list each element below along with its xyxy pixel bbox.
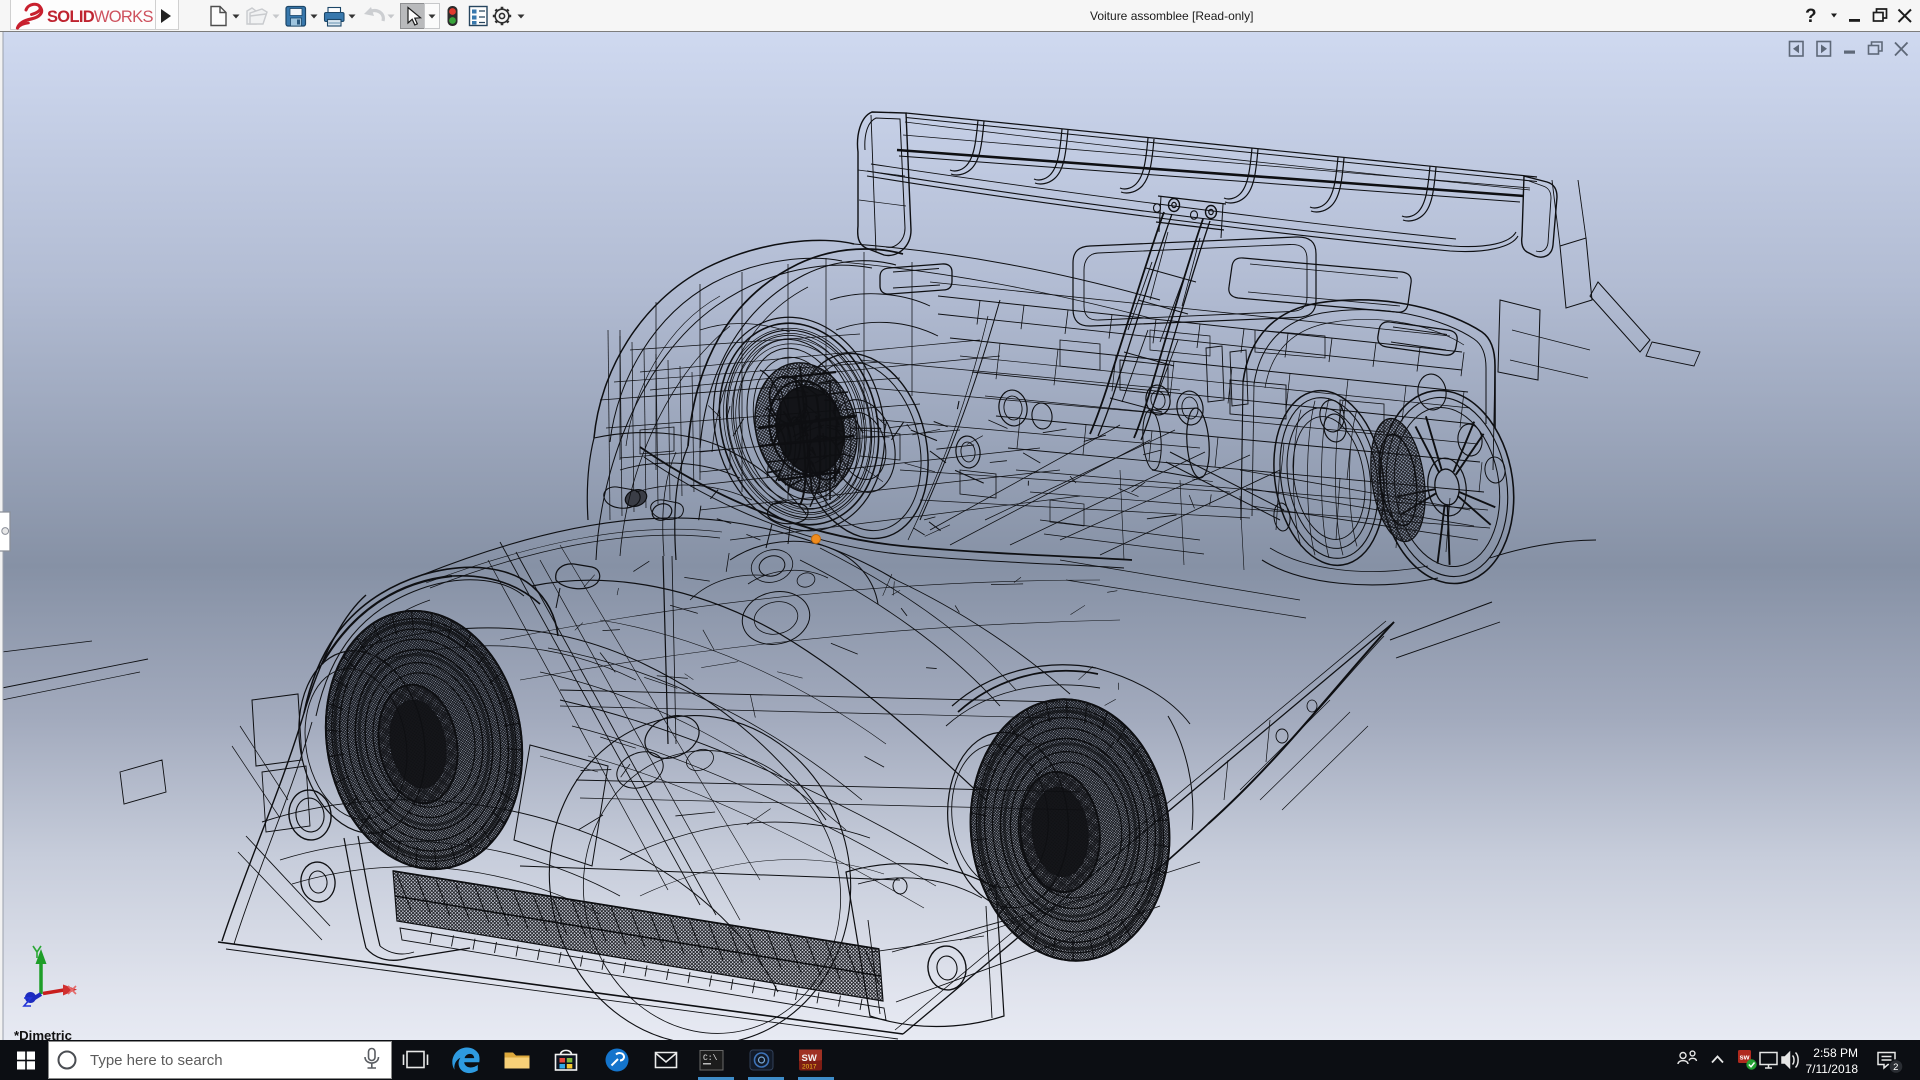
svg-text:2: 2 [1893, 1062, 1898, 1073]
svg-text:2017: 2017 [802, 1064, 817, 1071]
svg-text:sw: sw [1740, 1053, 1750, 1062]
svg-text:SW: SW [802, 1053, 817, 1064]
svg-text:*Dimetric: *Dimetric [14, 1028, 72, 1040]
svg-text:SOLIDWORKS: SOLIDWORKS [47, 8, 153, 26]
svg-text:?: ? [1805, 6, 1817, 27]
svg-text:C:\: C:\ [703, 1054, 718, 1063]
